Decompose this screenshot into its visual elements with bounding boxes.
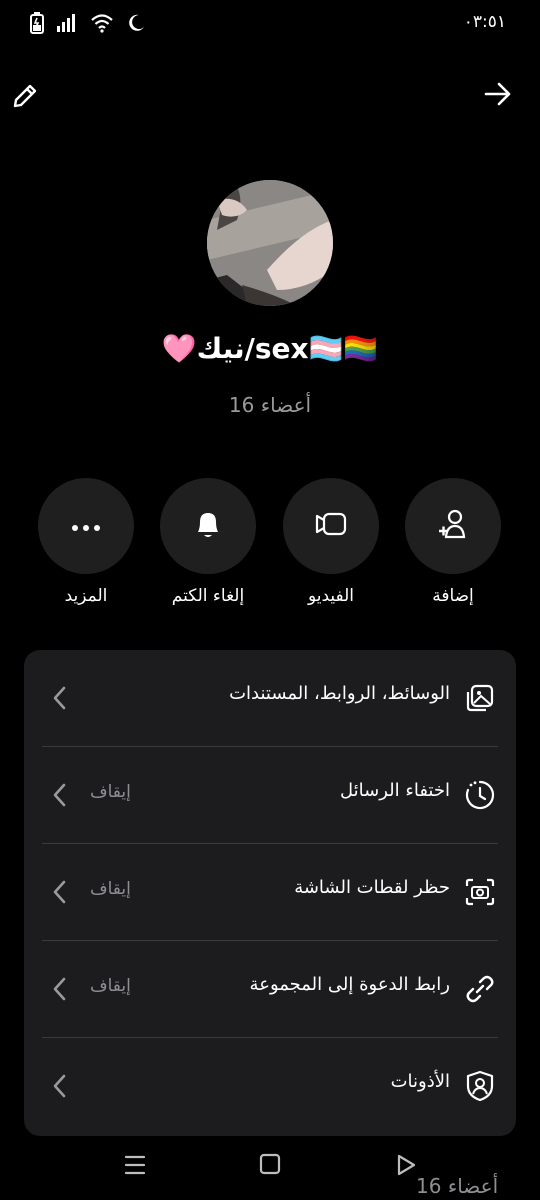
back-button[interactable] <box>394 1152 418 1178</box>
chevron-left-icon <box>50 879 70 905</box>
action-circle[interactable] <box>38 478 134 574</box>
edit-button[interactable] <box>8 78 44 114</box>
pencil-icon <box>11 79 41 113</box>
settings-row-label: الأذونات <box>390 1071 450 1092</box>
battery-charging-icon <box>30 12 44 38</box>
home-button[interactable] <box>258 1152 282 1176</box>
settings-card: الوسائط، الروابط، المستندات اختفاء الرسا… <box>24 650 516 1136</box>
action-label: المزيد <box>64 586 108 606</box>
action-circle[interactable] <box>160 478 256 574</box>
settings-row-permissions[interactable]: الأذونات <box>24 1038 516 1135</box>
screenshot-icon <box>462 874 498 910</box>
bell-icon <box>194 508 222 544</box>
group-avatar[interactable] <box>207 180 333 306</box>
add-member-button[interactable]: إضافة <box>392 478 514 608</box>
forward-button[interactable] <box>480 78 516 114</box>
settings-row-label: رابط الدعوة إلى المجموعة <box>249 974 450 995</box>
chevron-left-icon <box>50 685 70 711</box>
settings-row-label: حظر لقطات الشاشة <box>294 877 450 898</box>
arrow-right-icon <box>484 81 512 111</box>
chevron-left-icon <box>50 1073 70 1099</box>
video-icon <box>314 511 348 541</box>
settings-row-value: إيقاف <box>90 976 131 996</box>
settings-row-screenshot-block[interactable]: حظر لقطات الشاشة إيقاف <box>24 844 516 941</box>
settings-row-label: اختفاء الرسائل <box>340 780 450 801</box>
more-icon <box>71 517 101 536</box>
settings-row-invite-link[interactable]: رابط الدعوة إلى المجموعة إيقاف <box>24 941 516 1038</box>
shield-user-icon <box>462 1068 498 1104</box>
settings-row-value: إيقاف <box>90 879 131 899</box>
wifi-icon <box>90 13 114 37</box>
action-circle[interactable] <box>283 478 379 574</box>
status-icons <box>30 12 146 38</box>
group-name: 🩷نيك/sex🏳️‍⚧️🏳️‍🌈 <box>161 332 379 365</box>
action-label: إضافة <box>432 586 474 606</box>
member-count: 16 أعضاء <box>228 393 312 417</box>
settings-row-label: الوسائط، الروابط، المستندات <box>229 683 450 704</box>
media-icon <box>462 680 498 716</box>
action-label: إلغاء الكتم <box>171 586 245 606</box>
video-call-button[interactable]: الفيديو <box>270 478 392 608</box>
settings-row-media[interactable]: الوسائط، الروابط، المستندات <box>24 650 516 747</box>
signal-icon <box>56 13 78 37</box>
chevron-left-icon <box>50 976 70 1002</box>
settings-row-value: إيقاف <box>90 782 131 802</box>
moon-icon <box>126 13 146 37</box>
action-circle[interactable] <box>405 478 501 574</box>
more-button[interactable]: المزيد <box>25 478 147 608</box>
chevron-left-icon <box>50 782 70 808</box>
unmute-button[interactable]: إلغاء الكتم <box>147 478 269 608</box>
link-icon <box>462 971 498 1007</box>
bottom-member-count: 16 أعضاء <box>416 1174 499 1198</box>
add-member-icon <box>436 507 470 545</box>
settings-row-disappearing[interactable]: اختفاء الرسائل إيقاف <box>24 747 516 844</box>
status-time: ٠٣:٥١ <box>463 12 506 32</box>
action-label: الفيديو <box>307 586 355 606</box>
recent-apps-button[interactable] <box>122 1152 150 1178</box>
timer-icon <box>462 777 498 813</box>
status-bar: ٠٣:٥١ <box>0 0 540 46</box>
